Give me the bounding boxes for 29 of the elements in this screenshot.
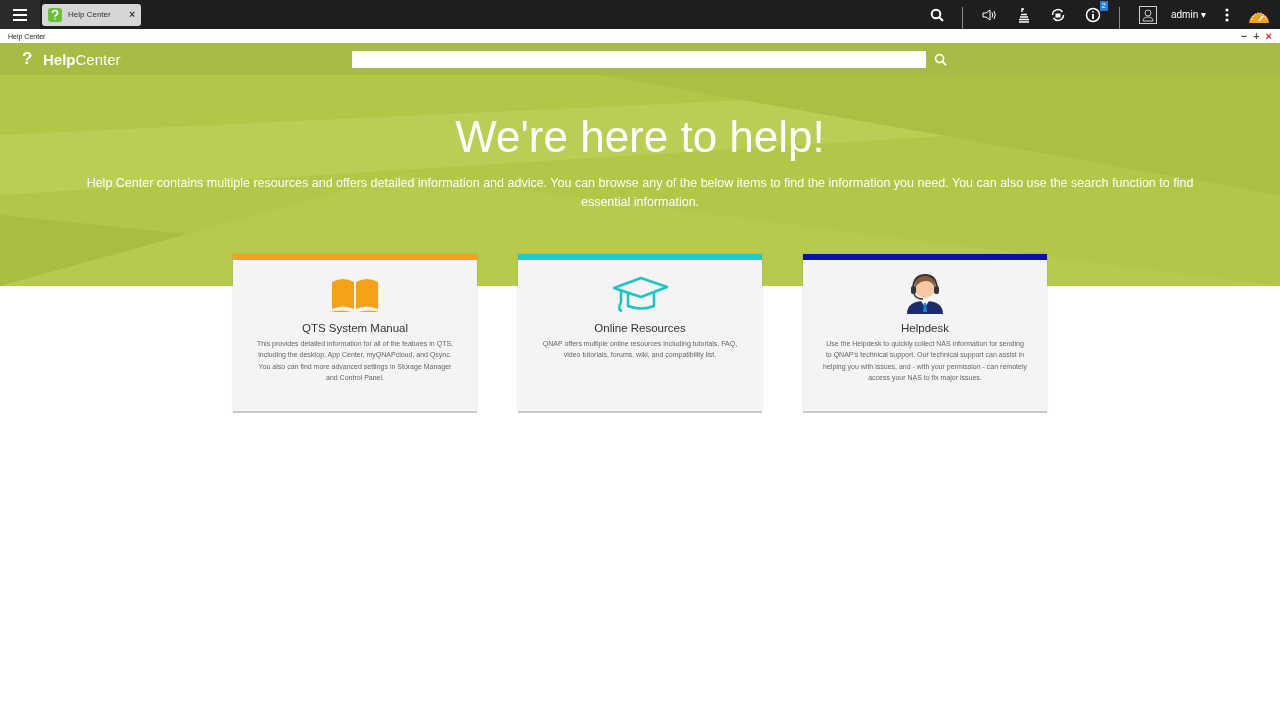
- window-control[interactable]: +: [1253, 29, 1260, 43]
- card-title: Online Resources: [593, 322, 687, 334]
- graduation-cap-icon: [611, 276, 669, 314]
- stack-icon[interactable]: [1017, 6, 1031, 23]
- user-icon[interactable]: [1139, 5, 1157, 24]
- notification-badge: 2: [1099, 0, 1108, 11]
- sync-icon[interactable]: [1050, 6, 1066, 23]
- resource-card[interactable]: [803, 254, 1047, 411]
- close-button[interactable]: ×: [129, 9, 135, 20]
- user-menu[interactable]: admin ▾: [1171, 9, 1206, 20]
- search-icon[interactable]: [930, 7, 944, 22]
- speaker-icon[interactable]: [982, 7, 998, 22]
- book-icon: [329, 278, 381, 314]
- menu-button[interactable]: [0, 0, 40, 29]
- app-title: HelpCenter: [43, 50, 122, 68]
- card-title: Helpdesk: [900, 322, 950, 334]
- help-logo: ?: [22, 49, 34, 69]
- help-app-icon: [48, 7, 62, 22]
- card-title: QTS System Manual: [300, 322, 410, 334]
- hero-heading: We're here to help!: [454, 111, 826, 163]
- search-field[interactable]: [352, 50, 926, 68]
- window-control[interactable]: ×: [1265, 29, 1272, 43]
- window-control[interactable]: −: [1240, 29, 1248, 43]
- more-icon[interactable]: [1225, 7, 1229, 22]
- hero-description: Help Center contains multiple resources and offers detailed information and advice. You can browse any of the below items to find the information you need. You can also use the search function to find essential information.: [85, 175, 1195, 211]
- menu-icon: [13, 8, 27, 21]
- app-tab[interactable]: Help Center ×: [42, 3, 141, 26]
- info-icon[interactable]: [1085, 6, 1101, 23]
- tab-label: Help Center: [68, 10, 112, 19]
